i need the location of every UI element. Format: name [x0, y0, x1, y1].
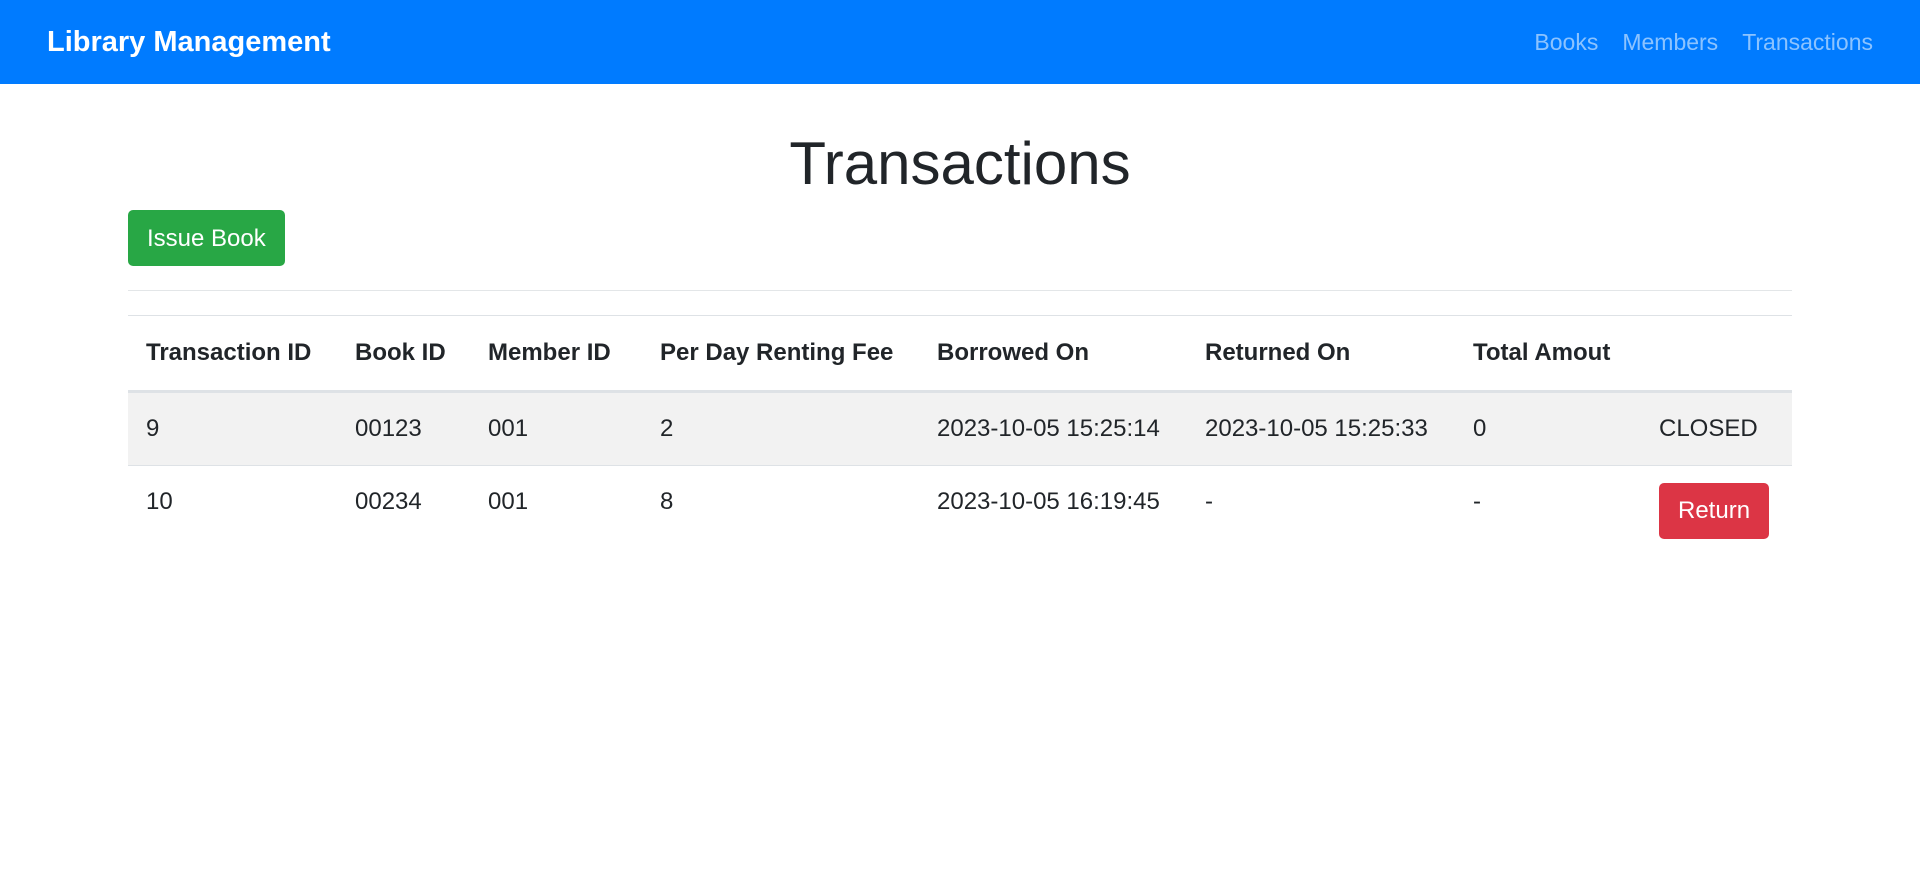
cell-book-id: 00234	[337, 465, 470, 538]
cell-borrowed-on: 2023-10-05 16:19:45	[919, 465, 1187, 538]
cell-transaction-id: 10	[128, 465, 337, 538]
divider	[128, 290, 1792, 291]
table-body: 9 00123 001 2 2023-10-05 15:25:14 2023-1…	[128, 391, 1792, 539]
cell-returned-on: -	[1187, 465, 1455, 538]
col-book-id: Book ID	[337, 315, 470, 393]
cell-transaction-id: 9	[128, 391, 337, 466]
col-fee: Per Day Renting Fee	[642, 315, 919, 393]
brand-link[interactable]: Library Management	[47, 26, 331, 59]
nav-link-books[interactable]: Books	[1534, 29, 1598, 56]
table-row: 10 00234 001 8 2023-10-05 16:19:45 - - R…	[128, 465, 1792, 539]
col-borrowed-on: Borrowed On	[919, 315, 1187, 393]
cell-fee: 8	[642, 465, 919, 538]
navbar: Library Management Books Members Transac…	[0, 0, 1920, 84]
issue-book-button[interactable]: Issue Book	[128, 210, 285, 266]
nav-link-transactions[interactable]: Transactions	[1742, 29, 1873, 56]
cell-total-amount: 0	[1455, 391, 1641, 466]
nav-links: Books Members Transactions	[1534, 29, 1873, 56]
cell-member-id: 001	[470, 465, 642, 538]
cell-total-amount: -	[1455, 465, 1641, 538]
col-member-id: Member ID	[470, 315, 642, 393]
transactions-table: Transaction ID Book ID Member ID Per Day…	[128, 315, 1792, 539]
nav-link-members[interactable]: Members	[1622, 29, 1718, 56]
col-transaction-id: Transaction ID	[128, 315, 337, 393]
cell-borrowed-on: 2023-10-05 15:25:14	[919, 391, 1187, 466]
col-total-amount: Total Amout	[1455, 315, 1641, 393]
return-button[interactable]: Return	[1659, 483, 1770, 539]
main-container: Transactions Issue Book Transaction ID B…	[128, 84, 1792, 539]
cell-action: Return	[1641, 465, 1792, 539]
col-returned-on: Returned On	[1187, 315, 1455, 393]
table-row: 9 00123 001 2 2023-10-05 15:25:14 2023-1…	[128, 391, 1792, 466]
cell-member-id: 001	[470, 391, 642, 466]
cell-fee: 2	[642, 391, 919, 466]
cell-status: CLOSED	[1641, 391, 1792, 466]
cell-returned-on: 2023-10-05 15:25:33	[1187, 391, 1455, 466]
table-header: Transaction ID Book ID Member ID Per Day…	[128, 315, 1792, 393]
cell-book-id: 00123	[337, 391, 470, 466]
header-row: Transaction ID Book ID Member ID Per Day…	[128, 315, 1792, 393]
page-title: Transactions	[789, 130, 1131, 197]
col-action	[1641, 315, 1792, 393]
